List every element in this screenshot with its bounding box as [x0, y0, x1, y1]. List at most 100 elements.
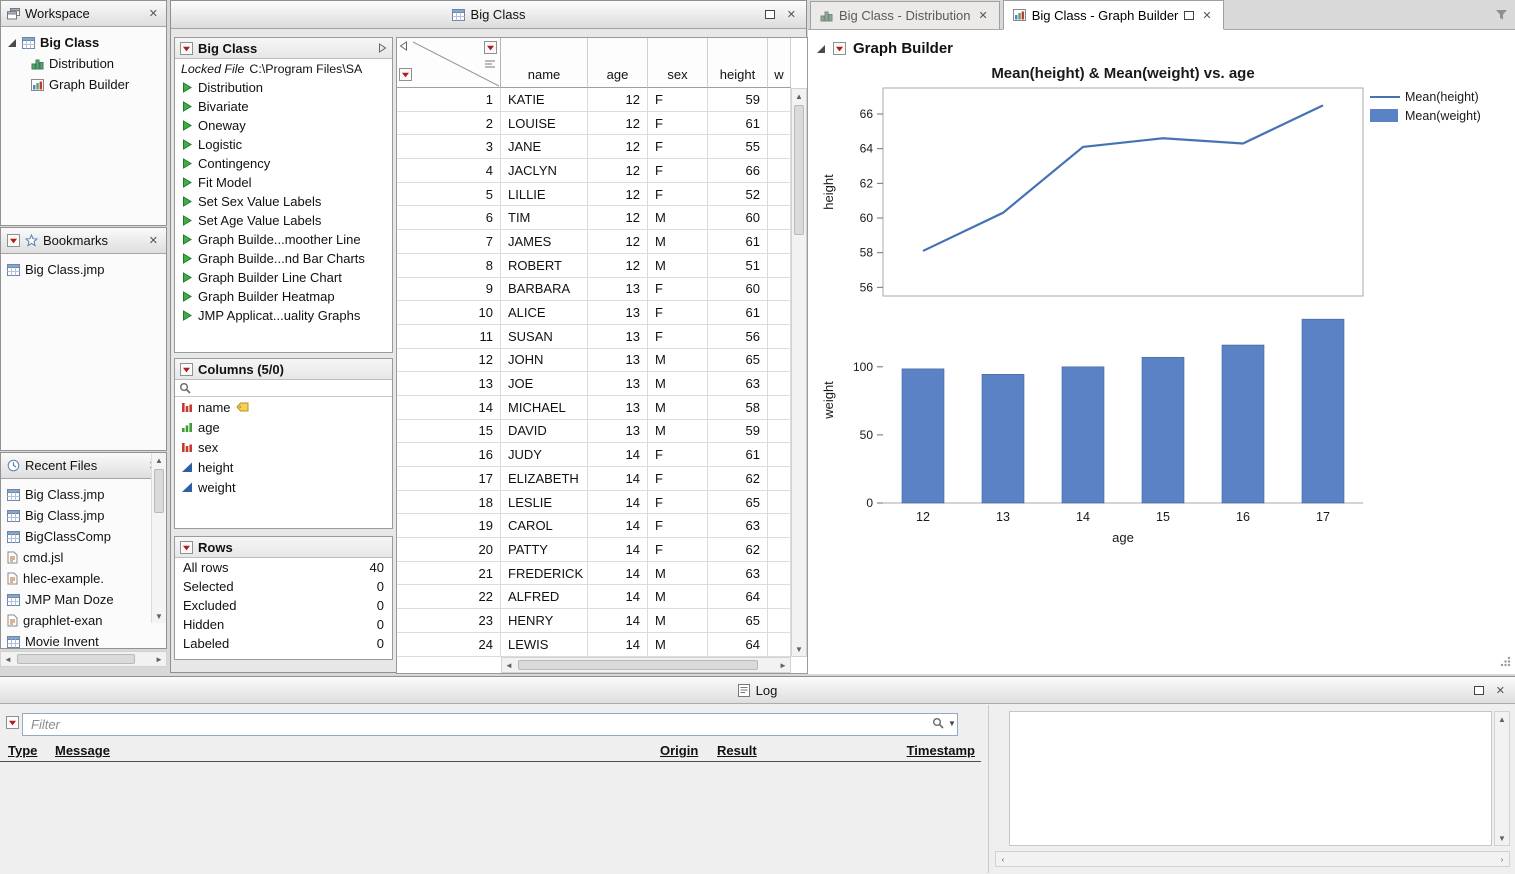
grid-cell[interactable]: 14 — [588, 443, 648, 467]
grid-cell[interactable]: 14 — [588, 562, 648, 586]
table-script-oneway[interactable]: Oneway — [175, 116, 392, 135]
grid-cell[interactable]: JUDY — [501, 443, 588, 467]
grid-cell[interactable]: F — [648, 491, 708, 515]
grid-cell[interactable]: F — [648, 278, 708, 302]
grid-cell[interactable] — [768, 467, 791, 491]
grid-cell[interactable] — [768, 230, 791, 254]
grid-cell[interactable]: 56 — [708, 325, 768, 349]
row-number-cell[interactable]: 4 — [397, 159, 501, 183]
grid-cell[interactable]: 59 — [708, 420, 768, 444]
table-script-graph-builder-heatmap[interactable]: Graph Builder Heatmap — [175, 287, 392, 306]
grid-cell[interactable]: F — [648, 325, 708, 349]
data-window-titlebar[interactable]: Big Class ✕ — [171, 1, 806, 29]
grid-cell[interactable]: F — [648, 514, 708, 538]
recent-file-cmd-jsl[interactable]: cmd.jsl — [1, 547, 149, 568]
scroll-right-icon[interactable]: › — [1495, 852, 1509, 866]
sidebar-horizontal-scrollbar[interactable]: ◄ ► — [0, 651, 167, 667]
recent-file-big-class-jmp[interactable]: Big Class.jmp — [1, 484, 149, 505]
close-icon[interactable]: ✕ — [1494, 684, 1507, 697]
filter-funnel-icon[interactable] — [1495, 9, 1508, 21]
row-number-cell[interactable]: 23 — [397, 609, 501, 633]
grid-cell[interactable]: 14 — [588, 514, 648, 538]
row-number-cell[interactable]: 9 — [397, 278, 501, 302]
row-number-cell[interactable]: 12 — [397, 349, 501, 373]
grid-cell[interactable]: 65 — [708, 491, 768, 515]
grid-cell[interactable] — [768, 88, 791, 112]
grid-cell[interactable]: HENRY — [501, 609, 588, 633]
table-script-set-age-value-labels[interactable]: Set Age Value Labels — [175, 211, 392, 230]
column-item-name[interactable]: name — [175, 397, 392, 417]
grid-cell[interactable]: 14 — [588, 491, 648, 515]
row-number-cell[interactable]: 2 — [397, 112, 501, 136]
recent-files-scrollbar[interactable]: ▲ ▼ — [151, 453, 166, 623]
grid-cell[interactable] — [768, 633, 791, 657]
grid-cell[interactable]: 60 — [708, 206, 768, 230]
rows-menu-red-triangle-icon[interactable] — [399, 68, 412, 81]
grid-cell[interactable]: M — [648, 562, 708, 586]
columns-red-triangle-icon[interactable] — [180, 363, 193, 376]
grid-cell[interactable] — [768, 514, 791, 538]
grid-cell[interactable]: LEWIS — [501, 633, 588, 657]
outline-collapse-icon[interactable] — [816, 44, 826, 54]
grid-cell[interactable]: M — [648, 206, 708, 230]
grid-cell[interactable] — [768, 301, 791, 325]
weight-bar-age-12[interactable] — [902, 369, 944, 503]
grid-cell[interactable]: 12 — [588, 135, 648, 159]
grid-cell[interactable]: 63 — [708, 514, 768, 538]
row-number-cell[interactable]: 1 — [397, 88, 501, 112]
column-item-age[interactable]: age — [175, 417, 392, 437]
grid-cell[interactable] — [768, 443, 791, 467]
row-number-cell[interactable]: 17 — [397, 467, 501, 491]
grid-cell[interactable]: M — [648, 609, 708, 633]
log-splitter[interactable] — [988, 705, 989, 873]
grid-cell[interactable]: 13 — [588, 349, 648, 373]
column-header-name[interactable]: name — [501, 38, 588, 88]
scroll-left-icon[interactable]: ◄ — [1, 652, 15, 666]
grid-cell[interactable] — [768, 278, 791, 302]
dock-collapse-icon[interactable] — [399, 41, 408, 51]
grid-cell[interactable]: BARBARA — [501, 278, 588, 302]
table-script-fit-model[interactable]: Fit Model — [175, 173, 392, 192]
log-col-timestamp[interactable]: Timestamp — [907, 743, 975, 758]
recent-file-bigclasscomp[interactable]: BigClassComp — [1, 526, 149, 547]
table-script-graph-builde-nd-bar-charts[interactable]: Graph Builde...nd Bar Charts — [175, 249, 392, 268]
scroll-up-icon[interactable]: ▲ — [792, 89, 806, 103]
mean-height-line[interactable] — [923, 105, 1323, 251]
grid-cell[interactable]: ALICE — [501, 301, 588, 325]
bookmarks-close-icon[interactable]: ✕ — [147, 234, 160, 247]
grid-cell[interactable]: 12 — [588, 230, 648, 254]
weight-bar-age-16[interactable] — [1222, 345, 1264, 503]
grid-cell[interactable] — [768, 372, 791, 396]
log-vertical-scrollbar[interactable]: ▲ ▼ — [1494, 711, 1510, 846]
tab-big-class-distribution[interactable]: Big Class - Distribution ✕ — [810, 1, 1000, 29]
row-number-cell[interactable]: 11 — [397, 325, 501, 349]
grid-cell[interactable]: F — [648, 112, 708, 136]
grid-cell[interactable]: DAVID — [501, 420, 588, 444]
grid-cell[interactable] — [768, 183, 791, 207]
row-number-cell[interactable]: 7 — [397, 230, 501, 254]
grid-cell[interactable]: 12 — [588, 254, 648, 278]
grid-cell[interactable]: 51 — [708, 254, 768, 278]
close-icon[interactable]: ✕ — [785, 8, 798, 21]
grid-cell[interactable]: JAMES — [501, 230, 588, 254]
workspace-close-icon[interactable]: ✕ — [147, 7, 160, 20]
tab-close-icon[interactable]: ✕ — [1200, 9, 1213, 22]
grid-cell[interactable]: M — [648, 420, 708, 444]
grid-cell[interactable]: M — [648, 254, 708, 278]
row-number-cell[interactable]: 6 — [397, 206, 501, 230]
maximize-icon[interactable] — [765, 10, 775, 19]
chevron-down-icon[interactable]: ▼ — [948, 719, 956, 728]
grid-cell[interactable]: F — [648, 538, 708, 562]
grid-cell[interactable]: 59 — [708, 88, 768, 112]
grid-cell[interactable]: KATIE — [501, 88, 588, 112]
scroll-thumb[interactable] — [17, 654, 135, 664]
weight-bar-age-13[interactable] — [982, 374, 1024, 503]
grid-cell[interactable]: M — [648, 585, 708, 609]
grid-cell[interactable]: 63 — [708, 372, 768, 396]
source-red-triangle-icon[interactable] — [180, 42, 193, 55]
weight-bar-age-15[interactable] — [1142, 357, 1184, 503]
grid-cell[interactable] — [768, 491, 791, 515]
grid-cell[interactable]: F — [648, 301, 708, 325]
grid-cell[interactable]: FREDERICK — [501, 562, 588, 586]
scroll-thumb[interactable] — [518, 660, 758, 670]
